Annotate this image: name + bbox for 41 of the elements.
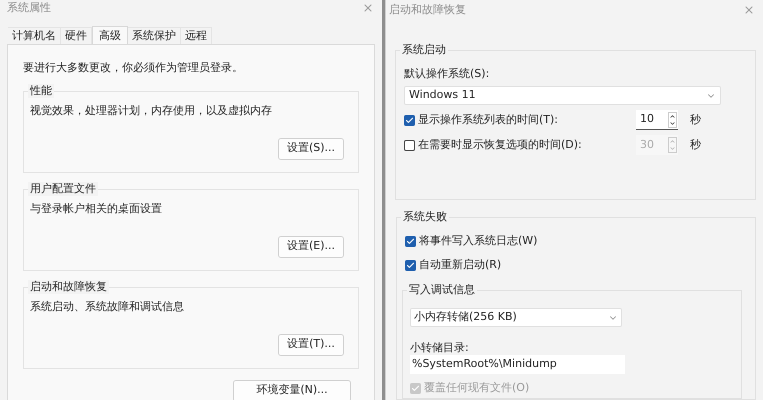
field-label: 默认操作系统(S): (404, 67, 490, 81)
settings-button[interactable]: 设置(E)... (278, 236, 344, 258)
environment-variables-button[interactable]: 环境变量(N)... (233, 380, 351, 400)
settings-button[interactable]: 设置(T)... (278, 334, 344, 356)
notice-text: 要进行大多数更改，你必须作为管理员登录。 (23, 60, 244, 74)
settings-button[interactable]: 设置(S)... (278, 138, 344, 160)
checkbox-label: 自动重新启动(R) (419, 256, 502, 273)
field-label: 小转储目录: (410, 341, 470, 355)
checkbox[interactable] (405, 236, 416, 246)
group-description: 与登录帐户相关的桌面设置 (30, 202, 163, 216)
group-description: 视觉效果，处理器计划，内存使用，以及虚拟内存 (30, 104, 273, 118)
group-title: 系统启动 (400, 43, 448, 57)
group-title: 系统失败 (401, 210, 449, 224)
number-field[interactable]: 10 (636, 110, 678, 130)
close-icon[interactable] (362, 2, 374, 14)
checkbox[interactable] (404, 140, 415, 150)
tab[interactable]: 系统保护 (128, 26, 181, 44)
unit-label: 秒 (690, 136, 701, 153)
close-icon[interactable] (743, 4, 755, 16)
group-title: 写入调试信息 (407, 283, 477, 297)
checkbox[interactable] (405, 260, 416, 270)
group-title: 性能 (28, 84, 54, 98)
tab[interactable]: 远程 (181, 26, 212, 44)
directory-field[interactable]: %SystemRoot%\Minidump (410, 355, 625, 374)
checkbox-label: 将事件写入系统日志(W) (419, 232, 538, 249)
unit-label: 秒 (690, 112, 701, 128)
window-title: 系统属性 (7, 0, 51, 16)
tab[interactable]: 高级 (92, 26, 128, 44)
dump-type-dropdown[interactable]: 小内存转储(256 KB) (410, 308, 622, 327)
checkbox-label: 显示操作系统列表的时间(T): (418, 112, 560, 128)
window-title: 启动和故障恢复 (389, 2, 466, 18)
checkbox[interactable] (404, 114, 415, 126)
checkbox-label: 在需要时显示恢复选项的时间(D): (418, 136, 583, 153)
os-dropdown[interactable]: Windows 11 (404, 86, 721, 105)
checkbox-label: 覆盖任何现有文件(O) (424, 380, 530, 396)
tab[interactable]: 硬件 (61, 26, 92, 44)
group-title: 用户配置文件 (28, 182, 98, 196)
spin-arrows-icon[interactable] (668, 112, 677, 128)
group-title: 启动和故障恢复 (28, 280, 109, 294)
group-description: 系统启动、系统故障和调试信息 (30, 300, 185, 314)
tab[interactable]: 计算机名 (8, 26, 61, 44)
